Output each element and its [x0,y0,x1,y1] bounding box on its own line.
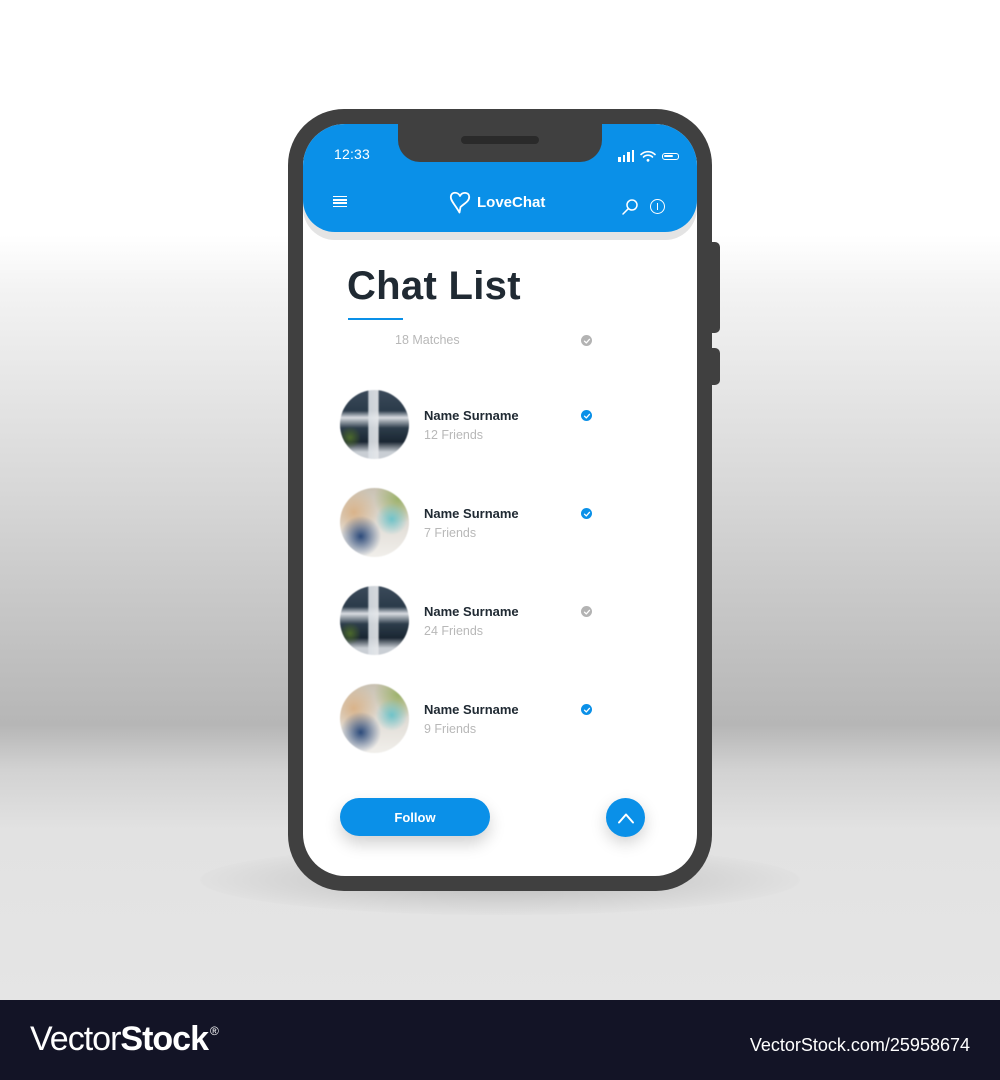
watermark-logo: VectorStock ® [30,1020,219,1058]
app-logo: LoveChat [449,190,545,214]
title-underline [348,318,403,320]
phone-volume-button [712,348,720,385]
status-icons [618,150,679,162]
avatar [340,390,409,459]
scroll-up-button[interactable] [606,798,645,837]
wifi-icon [640,150,656,162]
app-name: LoveChat [477,193,546,211]
contact-friends: 7 Friends [424,526,477,540]
contact-friends: 24 Friends [424,624,484,638]
follow-button[interactable]: Follow [340,798,490,836]
matches-count: 18 Matches [395,333,460,347]
status-time: 12:33 [334,146,371,162]
check-circle-icon [581,335,592,346]
search-icon[interactable] [621,198,639,216]
heart-icon [449,191,471,214]
verified-check-icon [581,704,592,715]
avatar [340,586,409,655]
contact-name: Name Surname [424,408,519,423]
contact-friends: 9 Friends [424,722,477,736]
avatar [340,684,409,753]
unverified-check-icon [581,606,592,617]
contact-row[interactable]: Name Surname 7 Friends [303,488,697,558]
avatar [340,488,409,557]
verified-check-icon [581,508,592,519]
phone-screen: 12:33 LoveChat Chat List 18 Matches Name… [303,124,697,876]
contact-name: Name Surname [424,506,519,521]
watermark-url: VectorStock.com/25958674 [749,1035,970,1055]
speaker-grille [461,136,539,144]
battery-icon [662,152,679,160]
contact-row[interactable]: Name Surname 24 Friends [303,586,697,656]
verified-check-icon [581,410,592,421]
phone-notch [398,124,602,162]
watermark-footer: VectorStock ® VectorStock.com/25958674 [0,1000,1000,1080]
signal-icon [618,150,634,162]
chevron-up-icon [617,813,634,823]
contact-friends: 12 Friends [424,428,484,442]
contact-row[interactable]: Name Surname 9 Friends [303,684,697,754]
contact-row[interactable]: Name Surname 12 Friends [303,390,697,460]
info-icon[interactable] [650,199,665,214]
page-title: Chat List [347,264,521,308]
contact-name: Name Surname [424,604,519,619]
contact-name: Name Surname [424,702,519,717]
phone-power-button [712,242,720,333]
menu-icon[interactable] [333,196,347,207]
app-header: 12:33 LoveChat [303,124,697,232]
